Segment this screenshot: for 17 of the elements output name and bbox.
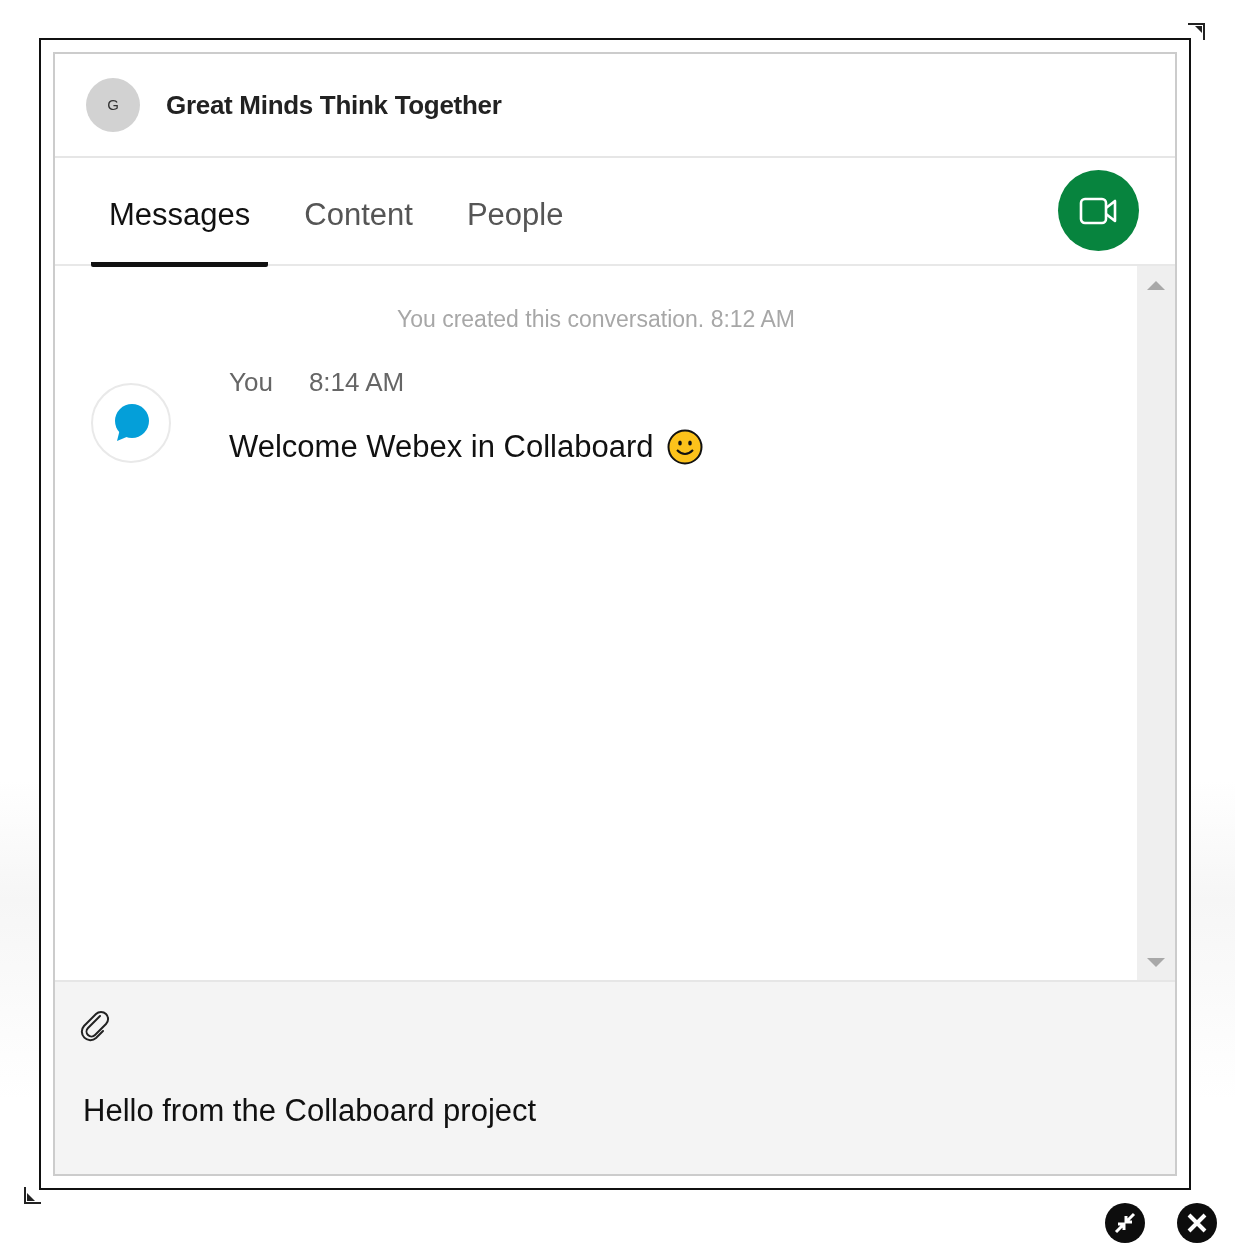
resize-handle-icon[interactable] (1187, 22, 1207, 42)
resize-handle-icon[interactable] (23, 1186, 43, 1206)
collapse-icon (1112, 1210, 1138, 1236)
close-button[interactable] (1177, 1203, 1217, 1243)
group-avatar: G (86, 78, 140, 132)
video-camera-icon (1078, 195, 1119, 226)
tab[interactable]: Messages (91, 191, 269, 267)
smiley-icon (667, 428, 704, 465)
sender-name: You (229, 365, 273, 399)
message-text: Welcome Webex in Collaboard (229, 427, 654, 466)
collapse-button[interactable] (1105, 1203, 1145, 1243)
conversation-title: Great Minds Think Together (166, 88, 502, 122)
message-time: 8:14 AM (308, 365, 405, 399)
close-icon (1186, 1212, 1208, 1234)
tab[interactable]: Content (286, 191, 431, 267)
tab[interactable]: People (448, 191, 582, 267)
system-message: You created this conversation. 8:12 AM (395, 305, 797, 334)
